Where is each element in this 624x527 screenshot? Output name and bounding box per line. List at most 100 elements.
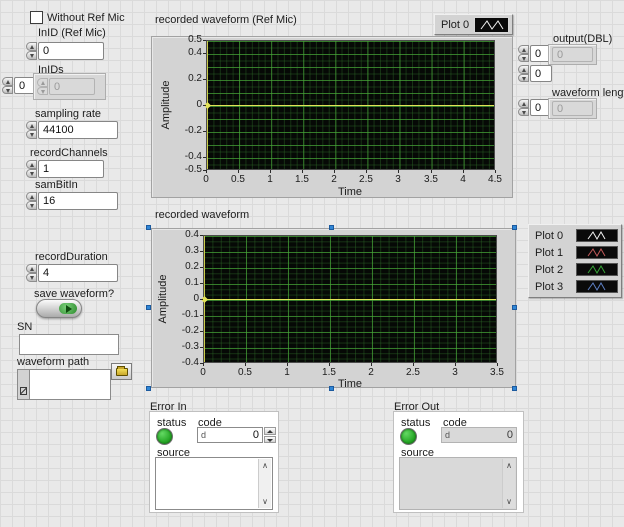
output-dbl-index-0[interactable]: 0 [518, 45, 552, 62]
increment-decrement-icon[interactable] [518, 99, 529, 116]
x-tick-label: 3 [383, 174, 413, 186]
y-tick-label: -0.2 [172, 125, 202, 137]
legend-label: Plot 3 [535, 281, 576, 293]
record-channels-label: recordChannels [30, 147, 108, 159]
scrollbar: ∧ ∨ [502, 459, 515, 508]
scroll-down-icon[interactable]: ∨ [262, 497, 268, 506]
y-tick-label: 0.1 [169, 277, 199, 289]
selection-handle[interactable] [512, 386, 517, 391]
record-duration-field[interactable]: 4 [38, 264, 118, 282]
legend-label: Plot 0 [441, 19, 474, 31]
y-tick-label: -0.3 [169, 341, 199, 353]
scroll-up-icon: ∧ [506, 461, 512, 470]
chart2-zero-line [204, 299, 496, 300]
chart2-x-axis-label: Time [330, 378, 370, 390]
sn-label: SN [17, 321, 32, 333]
output-dbl-element-panel: 0 [548, 44, 597, 65]
legend-item[interactable]: Plot 0 [435, 15, 512, 34]
y-tick-label: -0.2 [169, 325, 199, 337]
selection-handle[interactable] [146, 305, 151, 310]
legend-label: Plot 1 [535, 247, 576, 259]
plot-line-swatch-icon [576, 263, 619, 276]
x-tick-label: 3 [440, 367, 470, 379]
y-tick-label: -0.4 [172, 151, 202, 163]
radix-indicator[interactable]: d [201, 430, 206, 440]
browse-path-button[interactable] [111, 363, 132, 380]
x-tick-label: 1.5 [287, 174, 317, 186]
increment-decrement-icon[interactable] [518, 45, 529, 62]
sampling-rate-control[interactable]: 44100 [26, 121, 118, 139]
selection-handle[interactable] [146, 225, 151, 230]
inid-control[interactable]: 0 [26, 42, 104, 60]
chart1-zero-line [207, 105, 494, 106]
selection-handle[interactable] [329, 225, 334, 230]
increment-decrement-icon[interactable] [26, 121, 37, 139]
error-in-source-field[interactable]: ∧ ∨ [155, 457, 273, 510]
increment-decrement-icon[interactable] [26, 192, 37, 210]
increment-decrement-icon[interactable] [26, 264, 37, 282]
y-tick-label: 0.4 [169, 229, 199, 241]
legend-item[interactable]: Plot 0 [529, 227, 621, 244]
legend-label: Plot 2 [535, 264, 576, 276]
chart2-y-axis-label: Amplitude [157, 275, 169, 324]
legend-item[interactable]: Plot 3 [529, 278, 621, 295]
waveform-path-input[interactable] [29, 369, 111, 400]
error-in-code-value[interactable]: 0 [253, 429, 259, 441]
scroll-up-icon[interactable]: ∧ [262, 461, 268, 470]
scrollbar[interactable]: ∧ ∨ [258, 459, 271, 508]
increment-decrement-icon[interactable] [518, 65, 529, 82]
chart2-title: recorded waveform [155, 209, 249, 221]
selection-handle[interactable] [512, 225, 517, 230]
save-waveform-button[interactable] [36, 299, 82, 318]
selection-handle[interactable] [329, 386, 334, 391]
y-tick-label: 0.3 [169, 245, 199, 257]
y-tick-label: 0.4 [172, 47, 202, 59]
record-duration-control[interactable]: 4 [26, 264, 118, 282]
labview-front-panel: Without Ref Mic InID (Ref Mic) 0 InIDs 0… [0, 0, 624, 527]
chart2-legend[interactable]: Plot 0 Plot 1 Plot 2 Plot 3 [528, 224, 622, 298]
increment-decrement-icon[interactable] [26, 42, 37, 60]
error-out-status-led [400, 428, 417, 445]
increment-decrement-icon[interactable] [26, 160, 37, 178]
x-tick-label: 3.5 [416, 174, 446, 186]
path-type-strip [17, 369, 29, 400]
chart1-x-axis-label: Time [330, 186, 370, 198]
sampling-rate-field[interactable]: 44100 [38, 121, 118, 139]
inid-label: InID (Ref Mic) [38, 27, 106, 39]
error-out-source-field: ∧ ∨ [399, 457, 517, 510]
legend-item[interactable]: Plot 1 [529, 244, 621, 261]
x-tick-label: 0.5 [230, 367, 260, 379]
legend-item[interactable]: Plot 2 [529, 261, 621, 278]
error-in-status-led[interactable] [156, 428, 173, 445]
selection-handle[interactable] [146, 386, 151, 391]
sn-input[interactable] [19, 334, 119, 355]
without-ref-mic-label: Without Ref Mic [47, 12, 125, 24]
error-in-code-spinner[interactable] [264, 427, 276, 443]
sam-bit-in-control[interactable]: 16 [26, 192, 118, 210]
plot-line-swatch-icon [576, 246, 619, 259]
error-out-code-value: 0 [507, 429, 513, 441]
inids-element-field: 0 [49, 78, 95, 95]
chart2-plot-area [203, 235, 497, 363]
increment-decrement-icon[interactable] [2, 77, 13, 94]
output-dbl-index-1-field[interactable]: 0 [530, 65, 552, 82]
record-channels-control[interactable]: 1 [26, 160, 104, 178]
selection-handle[interactable] [512, 305, 517, 310]
chart1-legend[interactable]: Plot 0 [434, 14, 513, 35]
error-in-code-field[interactable]: d 0 [197, 427, 263, 443]
waveform-length-value-field: 0 [552, 101, 593, 116]
record-channels-field[interactable]: 1 [38, 160, 104, 178]
output-dbl-index-1[interactable]: 0 [518, 65, 552, 82]
plot-line-swatch-icon [576, 229, 619, 242]
increment-decrement-icon [37, 78, 48, 95]
waveform-length-index[interactable]: 0 [518, 99, 552, 116]
sampling-rate-label: sampling rate [35, 108, 101, 120]
x-tick-label: 2.5 [398, 367, 428, 379]
sam-bit-in-field[interactable]: 16 [38, 192, 118, 210]
waveform-path-label: waveform path [17, 356, 89, 368]
sam-bit-in-label: samBitIn [35, 179, 78, 191]
x-tick-label: 3.5 [482, 367, 512, 379]
without-ref-mic-checkbox[interactable] [30, 11, 43, 24]
error-out-status-label: status [401, 417, 430, 429]
inid-value-field[interactable]: 0 [38, 42, 104, 60]
